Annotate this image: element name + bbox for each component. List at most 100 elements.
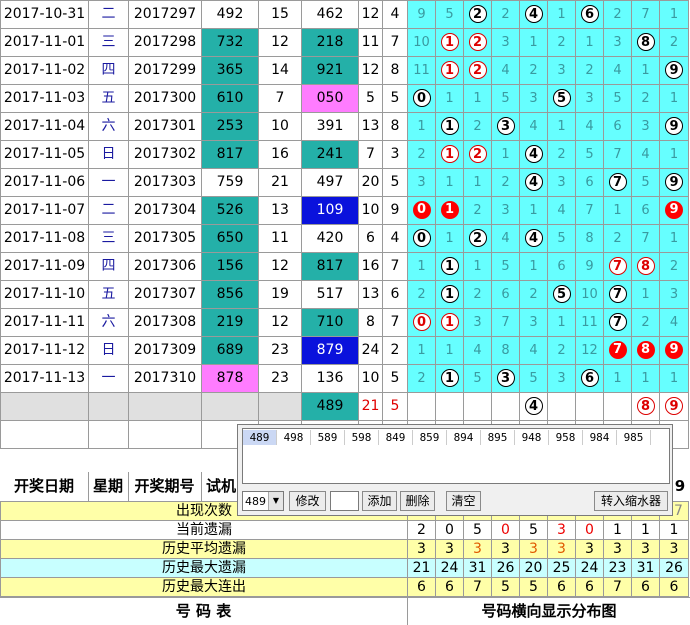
list-item[interactable]: 985	[617, 430, 651, 445]
issue-cell: 2017307	[128, 280, 202, 309]
list-item[interactable]: 589	[311, 430, 345, 445]
header-digit-9: 9	[674, 477, 686, 495]
stats-value: 23	[603, 558, 632, 578]
number-listbox[interactable]: 489 498 589 598 849 859 894 895 948 958 984 985	[242, 428, 670, 484]
ball-6: 6	[580, 5, 599, 23]
list-item[interactable]: 489	[243, 430, 277, 445]
miss-count: 5	[501, 91, 510, 106]
trial-sum-cell: 23	[258, 364, 302, 393]
chevron-down-icon[interactable]: ▼	[268, 492, 283, 510]
dist-cell-3: 5	[491, 252, 520, 281]
dist-cell-0: 11	[407, 56, 436, 85]
weekday-cell: 一	[88, 364, 129, 393]
dist-cell-7: 7	[603, 168, 632, 197]
miss-count: 4	[473, 343, 482, 358]
miss-count: 12	[581, 343, 598, 358]
ball-3: 3	[496, 117, 515, 135]
issue-cell: 2017300	[128, 84, 202, 113]
empty-cell	[128, 420, 202, 449]
trial-number-cell: 610	[201, 84, 259, 113]
dist-cell-0: 0	[407, 224, 436, 253]
issue-cell: 2017305	[128, 224, 202, 253]
table-row: 2017-11-09 四 2017306 156 12 817 16 7 1 1 1 5 1 6 9 7 8 2	[0, 252, 689, 281]
dist-cell-4: 1	[519, 196, 548, 225]
list-item[interactable]: 895	[481, 430, 515, 445]
dist-cell-4: 4	[519, 224, 548, 253]
dist-cell-3: 3	[491, 196, 520, 225]
draw-sum-cell: 13	[358, 112, 383, 141]
miss-count: 1	[417, 259, 426, 274]
miss-count: 1	[529, 259, 538, 274]
draw-number-cell: 710	[301, 308, 359, 337]
dist-cell-6: 6	[575, 0, 604, 29]
dist-cell-2: 5	[463, 364, 492, 393]
pending-row: 489 21 5 4 8 9	[0, 392, 689, 421]
table-row: 2017-11-12 日 2017309 689 23 879 24 2 1 1 4 8 4 2 12 7 8 9	[0, 336, 689, 365]
dist-cell-3: 2	[491, 168, 520, 197]
number-combo[interactable]: 489 ▼	[242, 491, 284, 511]
list-item[interactable]: 984	[583, 430, 617, 445]
draw-sum-cell: 11	[358, 28, 383, 57]
dist-cell-9: 9	[659, 392, 689, 421]
stats-value: 26	[491, 558, 520, 578]
list-item[interactable]: 958	[549, 430, 583, 445]
weekday-cell: 四	[88, 252, 129, 281]
shrink-button[interactable]: 转入缩水器	[594, 491, 668, 511]
trial-sum-cell: 14	[258, 56, 302, 85]
list-item[interactable]: 598	[345, 430, 379, 445]
dist-cell-1: 1	[435, 56, 464, 85]
list-item[interactable]: 859	[413, 430, 447, 445]
dist-cell-0: 1	[407, 112, 436, 141]
stats-value: 3	[407, 539, 436, 559]
dist-cell-5: 3	[547, 56, 576, 85]
miss-count: 3	[529, 315, 538, 330]
miss-count: 1	[529, 35, 538, 50]
add-button[interactable]: 添加	[362, 491, 397, 511]
list-item[interactable]: 849	[379, 430, 413, 445]
miss-count: 5	[557, 231, 566, 246]
stats-value: 3	[491, 539, 520, 559]
stats-row: 历史最大遗漏 21 24 31 26 20 25 24 23 31 26	[0, 558, 689, 578]
list-item[interactable]: 948	[515, 430, 549, 445]
date-cell: 2017-11-05	[0, 140, 89, 169]
dist-cell-7: 7	[603, 280, 632, 309]
miss-count: 2	[613, 231, 622, 246]
miss-count: 11	[413, 63, 430, 78]
header-date: 开奖日期	[0, 472, 89, 501]
dist-cell-9: 1	[659, 0, 689, 29]
table-row: 2017-11-06 一 2017303 759 21 497 20 5 3 1 1 2 4 3 6 7 5 9	[0, 168, 689, 197]
dist-cell-4: 4	[519, 336, 548, 365]
list-item[interactable]: 498	[277, 430, 311, 445]
issue-cell: 2017308	[128, 308, 202, 337]
ball-4: 4	[524, 5, 543, 23]
draw-sum-cell: 21	[358, 392, 383, 421]
dist-cell-7: 7	[603, 252, 632, 281]
dist-cell-5: 4	[547, 196, 576, 225]
footer-number-table: 号 码 表	[0, 598, 408, 625]
dist-cell-8: 3	[631, 112, 660, 141]
table-row: 2017-11-01 三 2017298 732 12 218 11 7 10 1 2 3 1 2 1 3 8 2	[0, 28, 689, 57]
modify-button[interactable]: 修改	[289, 491, 326, 511]
date-cell: 2017-11-11	[0, 308, 89, 337]
dist-cell-5: 6	[547, 252, 576, 281]
miss-count: 1	[445, 91, 454, 106]
miss-count: 2	[669, 35, 679, 50]
dist-cell-5: 1	[547, 308, 576, 337]
dist-cell-8: 8	[631, 392, 660, 421]
dist-cell-1: 1	[435, 252, 464, 281]
empty-cell	[201, 392, 259, 421]
weekday-cell: 二	[88, 0, 129, 29]
dist-cell-5: 1	[547, 112, 576, 141]
list-item[interactable]: 894	[447, 430, 481, 445]
stats-value: 21	[407, 558, 436, 578]
delete-button[interactable]: 删除	[400, 491, 435, 511]
date-cell: 2017-11-09	[0, 252, 89, 281]
number-input[interactable]	[330, 491, 359, 511]
issue-cell: 2017303	[128, 168, 202, 197]
clear-button[interactable]: 清空	[446, 491, 481, 511]
stats-row: 当前遗漏 2 0 5 0 5 3 0 1 1 1	[0, 520, 689, 540]
miss-count: 1	[641, 371, 650, 386]
table-row: 2017-11-03 五 2017300 610 7 050 5 5 0 1 1 5 3 5 3 5 2 1	[0, 84, 689, 113]
ball-9: 9	[665, 397, 683, 415]
dist-cell-3: 5	[491, 84, 520, 113]
